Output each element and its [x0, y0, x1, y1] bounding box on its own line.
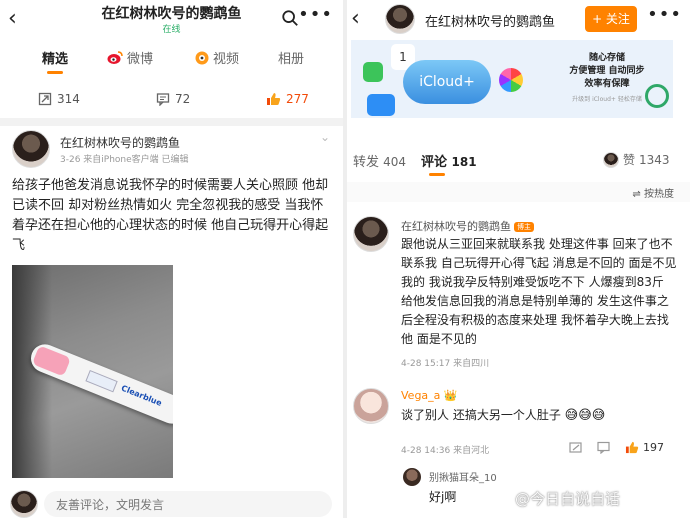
sweat-smile-emoji: 😅😅😅 — [564, 408, 606, 423]
tab-reposts-count: 404 — [383, 155, 407, 169]
reply-text: 好j啊 — [429, 490, 457, 504]
video-icon — [195, 51, 209, 64]
source-watermark: @今日自说自话 — [515, 490, 621, 508]
test-result-window — [85, 370, 118, 393]
like-count: 277 — [286, 92, 309, 106]
post-text: 给孩子他爸发消息说我怀孕的时候需要人关心照顾 他却已读不回 却对粉丝热情如火 完… — [12, 178, 329, 253]
right-comments-panel: ‹ 在红树林吹号的鹦鹉鱼 + 关注 ••• 1 iCloud+ 随心存储 方便管… — [347, 0, 690, 518]
comment-like-button[interactable]: 197 — [625, 441, 664, 454]
comment-icon — [156, 93, 170, 106]
tab-reposts-label: 转发 — [353, 155, 380, 170]
like-button[interactable]: 277 — [266, 92, 309, 106]
profile-header: ‹ 在红树林吹号的鹦鹉鱼 在线 ••• — [0, 0, 343, 40]
share-icon[interactable] — [569, 441, 583, 454]
refresh-icon[interactable] — [645, 84, 669, 108]
tab-comments[interactable]: 评论 181 — [421, 151, 477, 170]
repost-button[interactable]: 314 — [38, 92, 80, 106]
comment-input[interactable]: 友善评论，文明发言 — [44, 491, 332, 517]
tab-likes-count: 1343 — [639, 152, 670, 167]
author-avatar[interactable] — [12, 130, 50, 168]
left-profile-panel: ‹ 在红树林吹号的鹦鹉鱼 在线 ••• 精选 微博 视频 相册 314 72 2… — [0, 0, 343, 518]
tab-featured-label: 精选 — [42, 52, 69, 67]
crown-icon: 👑 — [443, 389, 458, 402]
section-separator — [0, 118, 343, 126]
weibo-icon — [107, 50, 123, 64]
active-tab-indicator — [429, 173, 445, 176]
chevron-down-icon[interactable]: ⌄ — [320, 130, 330, 144]
post-stats-bar: 314 72 277 — [0, 88, 343, 112]
tab-featured[interactable]: 精选 — [42, 48, 68, 67]
reply-icon[interactable] — [597, 441, 611, 454]
tab-video-label: 视频 — [213, 52, 240, 67]
comment-like-count: 197 — [643, 441, 664, 454]
repost-count: 314 — [57, 92, 80, 106]
post-author-name[interactable]: 在红树林吹号的鹦鹉鱼 — [60, 134, 180, 151]
liker-avatar — [603, 151, 619, 168]
tab-comments-label: 评论 — [421, 155, 448, 170]
commenter-avatar[interactable] — [353, 388, 389, 424]
post-detail-header: ‹ 在红树林吹号的鹦鹉鱼 + 关注 ••• — [347, 0, 690, 40]
comment-actions: 197 — [569, 441, 664, 454]
follow-button[interactable]: + 关注 — [585, 6, 637, 32]
tab-album-label: 相册 — [278, 52, 305, 67]
comment-author-name[interactable]: Vega_a 👑 — [401, 389, 458, 402]
icloud-logo: iCloud+ — [403, 60, 491, 104]
tab-comments-count: 181 — [451, 155, 477, 169]
author-badge: 博主 — [514, 222, 534, 232]
reply-author[interactable]: 别揪猫耳朵_10 — [429, 469, 497, 484]
thumbs-up-icon — [267, 93, 281, 105]
comment-button[interactable]: 72 — [156, 92, 190, 106]
sort-icon: ⇌ — [632, 189, 641, 200]
test-brand-label: Clearblue — [119, 383, 164, 408]
post-meta: 3-26 来自iPhone客户端 已编辑 — [60, 155, 189, 165]
search-icon[interactable] — [281, 9, 299, 27]
comment-text: 谈了别人 还搞大另一个人肚子 😅😅😅 — [401, 406, 605, 423]
tab-album[interactable]: 相册 — [278, 48, 304, 67]
commenter-avatar[interactable] — [353, 216, 389, 252]
comment-text-body: 谈了别人 还搞大另一个人肚子 — [401, 408, 561, 422]
comment-author-name: 在红树林吹号的鹦鹉鱼 — [401, 220, 511, 233]
author-name[interactable]: 在红树林吹号的鹦鹉鱼 — [425, 11, 555, 30]
photos-icon — [499, 68, 523, 92]
chevron-left-icon[interactable]: ‹ — [351, 6, 360, 31]
icloud-ad-banner[interactable]: 1 iCloud+ 随心存储 方便管理 自动同步 效率有保障 升级到 iClou… — [351, 40, 673, 118]
current-user-avatar — [10, 490, 38, 518]
mail-icon — [367, 94, 395, 116]
messages-icon — [363, 62, 383, 82]
tab-likes-label: 赞 — [623, 153, 636, 167]
reply-avatar[interactable] — [403, 468, 421, 486]
comment-author[interactable]: 在红树林吹号的鹦鹉鱼 博主 — [401, 218, 534, 234]
detail-tabs: 转发 404 评论 181 赞 1343 — [347, 148, 690, 178]
comment-bar: 友善评论，文明发言 — [0, 488, 343, 518]
more-icon[interactable]: ••• — [298, 4, 333, 25]
comment-meta: 4-28 14:36 来自河北 — [401, 446, 490, 456]
active-tab-indicator — [47, 71, 63, 74]
sort-row: ⇌ 按热度 — [347, 182, 690, 202]
more-icon[interactable]: ••• — [647, 4, 682, 25]
profile-tabs: 精选 微博 视频 相册 — [0, 44, 343, 74]
repost-icon — [38, 92, 52, 106]
banner-headline: 随心存储 方便管理 自动同步 效率有保障 — [569, 53, 645, 89]
comment-text: 跟他说从三亚回来就联系我 处理这件事 回来了也不联系我 自己玩得开心得飞起 消息… — [401, 237, 677, 346]
tab-video[interactable]: 视频 — [195, 48, 239, 67]
sort-by-heat-button[interactable]: ⇌ 按热度 — [632, 185, 674, 200]
tab-weibo-label: 微博 — [127, 52, 154, 67]
comment-author-label: Vega_a — [401, 389, 441, 402]
author-avatar[interactable] — [385, 4, 415, 34]
comment-meta: 4-28 15:17 来自四川 — [401, 359, 490, 369]
thumbs-up-icon — [625, 441, 639, 454]
sort-label: 按热度 — [644, 189, 674, 200]
comment-count: 72 — [175, 92, 191, 106]
tab-weibo[interactable]: 微博 — [107, 48, 153, 67]
post-image[interactable]: Clearblue — [12, 265, 173, 478]
tab-likes[interactable]: 赞 1343 — [603, 151, 670, 168]
tab-reposts[interactable]: 转发 404 — [353, 151, 406, 170]
